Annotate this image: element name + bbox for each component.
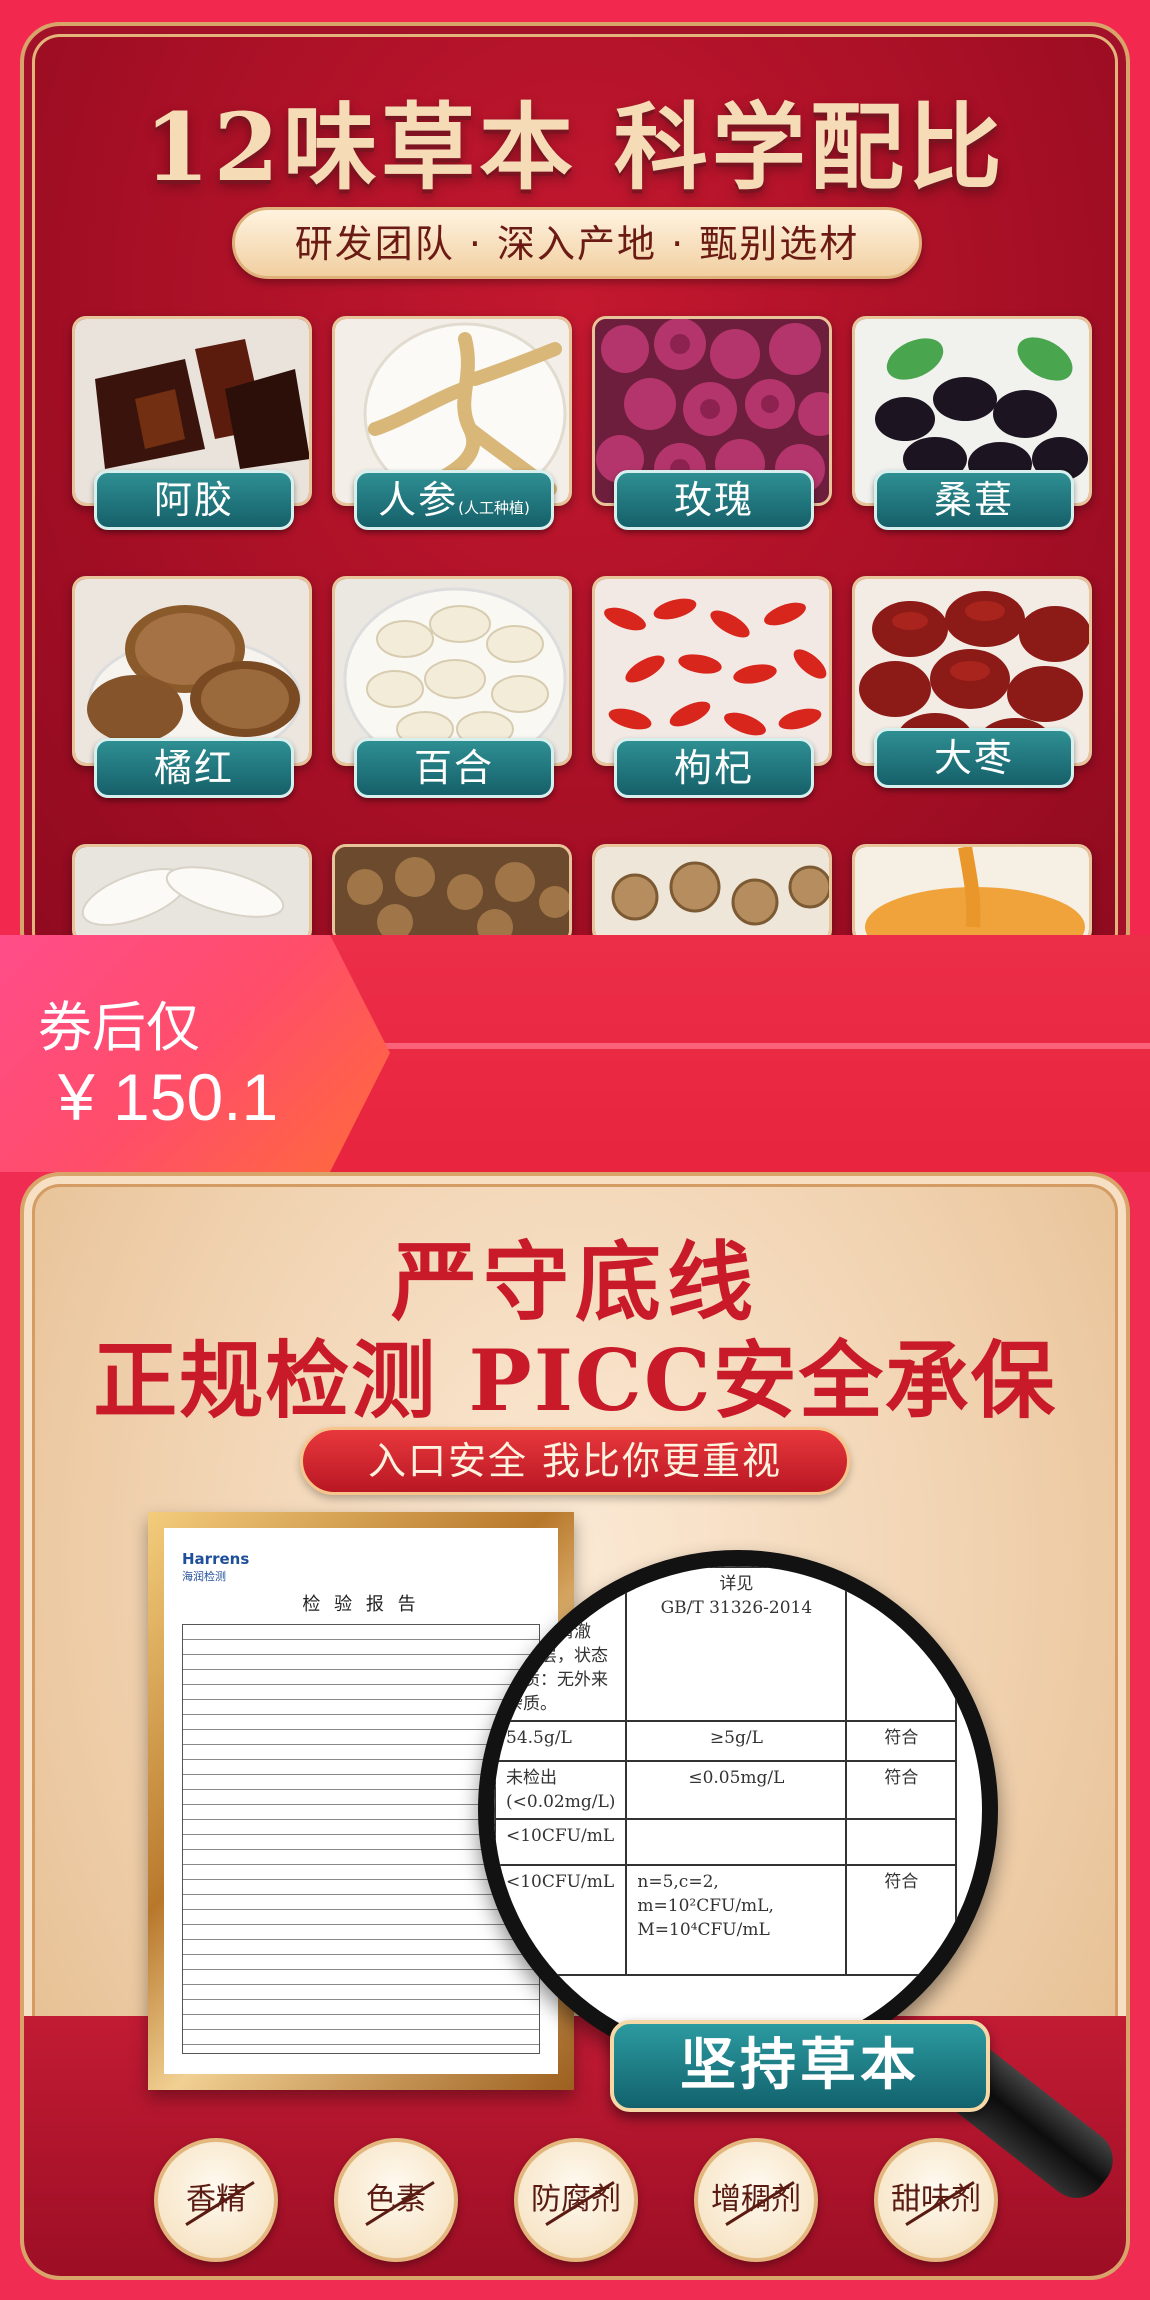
lens-table: …制成 有的滋味 状态：清澈 无分层，状态 杂质：无外来 杂质。 详见 GB/T… — [494, 1566, 958, 1976]
lens-cell: 符合 — [845, 1720, 958, 1762]
lens-cell: n=5,c=2, m=10²CFU/mL, M=10⁴CFU/mL — [625, 1864, 848, 1976]
herb-label-jujube: 大枣 — [874, 728, 1074, 788]
herb-label-mulberry: 桑葚 — [874, 470, 1074, 530]
lens-cell: 符合 — [845, 1760, 958, 1820]
lens-cell — [845, 1818, 958, 1866]
honey-image — [855, 847, 1089, 941]
safety-section: 严守底线 正规检测 PICC安全承保 入口安全 我比你更重视 Harrens 海… — [0, 1172, 1150, 2300]
lens-row: …制成 有的滋味 状态：清澈 无分层，状态 杂质：无外来 杂质。 详见 GB/T… — [494, 1566, 958, 1722]
report-logo-sub: 海润检测 — [182, 1570, 226, 1583]
lens-cell: 详见 GB/T 31326-2014 — [625, 1566, 848, 1722]
white-slices-image — [75, 847, 309, 941]
herb-label-lily: 百合 — [354, 738, 554, 798]
no-additive-essence: 香精 — [154, 2138, 278, 2262]
herbs-subtitle: 研发团队 · 深入产地 · 甄别选材 — [294, 222, 860, 266]
page: { "header": { "title": "12味草本 科学配比", "su… — [0, 0, 1150, 2300]
no-additive-sweetener: 甜味剂 — [874, 2138, 998, 2262]
herb-label-goji: 枸杞 — [614, 738, 814, 798]
lens-cell: …制成 有的滋味 状态：清澈 无分层，状态 杂质：无外来 杂质。 — [494, 1566, 628, 1722]
lens-cell: 符合 — [845, 1864, 958, 1976]
lens-row: 未检出 (<0.02mg/L) ≤0.05mg/L 符合 — [494, 1760, 958, 1820]
herbal-banner: 坚持草本 — [610, 2020, 990, 2112]
herb-label-ginseng: 人参(人工种植) — [354, 470, 554, 530]
herbs-title: 12味草本 科学配比 — [144, 93, 1006, 203]
herb-card-row3-2[interactable] — [332, 844, 572, 944]
herb-card-row3-1[interactable] — [72, 844, 312, 944]
herb-label-ejiao: 阿胶 — [94, 470, 294, 530]
lens-row: 54.5g/L ≥5g/L 符合 — [494, 1720, 958, 1762]
safety-heading-2: 正规检测 PICC安全承保 — [93, 1331, 1057, 1430]
root-slices-image — [595, 847, 829, 941]
lens-cell: 未检出 (<0.02mg/L) — [494, 1760, 628, 1820]
lens-cell: 符合 — [845, 1566, 958, 1722]
lens-cell: <10CFU/mL — [494, 1864, 628, 1976]
no-additive-preservative: 防腐剂 — [514, 2138, 638, 2262]
magnifier-lens: …制成 有的滋味 状态：清澈 无分层，状态 杂质：无外来 杂质。 详见 GB/T… — [478, 1550, 998, 2070]
lens-cell: <10CFU/mL — [494, 1818, 628, 1866]
herb-label-rose: 玫瑰 — [614, 470, 814, 530]
no-additives-row: 香精 色素 防腐剂 增稠剂 甜味剂 — [0, 2138, 1150, 2278]
lens-cell: ≥5g/L — [625, 1720, 848, 1762]
lens-cell — [625, 1818, 848, 1866]
lens-row: <10CFU/mL n=5,c=2, m=10²CFU/mL, M=10⁴CFU… — [494, 1864, 958, 1976]
price-label: 券后仅 — [38, 996, 200, 1059]
no-additive-colorant: 色素 — [334, 2138, 458, 2262]
herb-card-row3-4[interactable] — [852, 844, 1092, 944]
report-title: 检 验 报 告 — [302, 1594, 420, 1615]
lens-cell: ≤0.05mg/L — [625, 1760, 848, 1820]
lens-row: <10CFU/mL — [494, 1818, 958, 1866]
safety-pill: 入口安全 我比你更重视 — [300, 1427, 850, 1495]
lens-cell: 54.5g/L — [494, 1720, 628, 1762]
herb-label-juhong: 橘红 — [94, 738, 294, 798]
herbs-subtitle-pill: 研发团队 · 深入产地 · 甄别选材 — [232, 207, 922, 279]
price-bar[interactable]: 券后仅 ¥ 150.1 — [0, 935, 1150, 1172]
dried-herb-image — [335, 847, 569, 941]
price-value: ¥ 150.1 — [58, 1060, 279, 1134]
herb-card-row3-3[interactable] — [592, 844, 832, 944]
report-logo: Harrens — [182, 1550, 250, 1568]
no-additive-thickener: 增稠剂 — [694, 2138, 818, 2262]
price-tag[interactable]: 券后仅 ¥ 150.1 — [0, 935, 390, 1172]
price-bar-stripe — [340, 1043, 1150, 1049]
herbs-section: 12味草本 科学配比 研发团队 · 深入产地 · 甄别选材 阿胶 人参(人工种植… — [0, 0, 1150, 972]
